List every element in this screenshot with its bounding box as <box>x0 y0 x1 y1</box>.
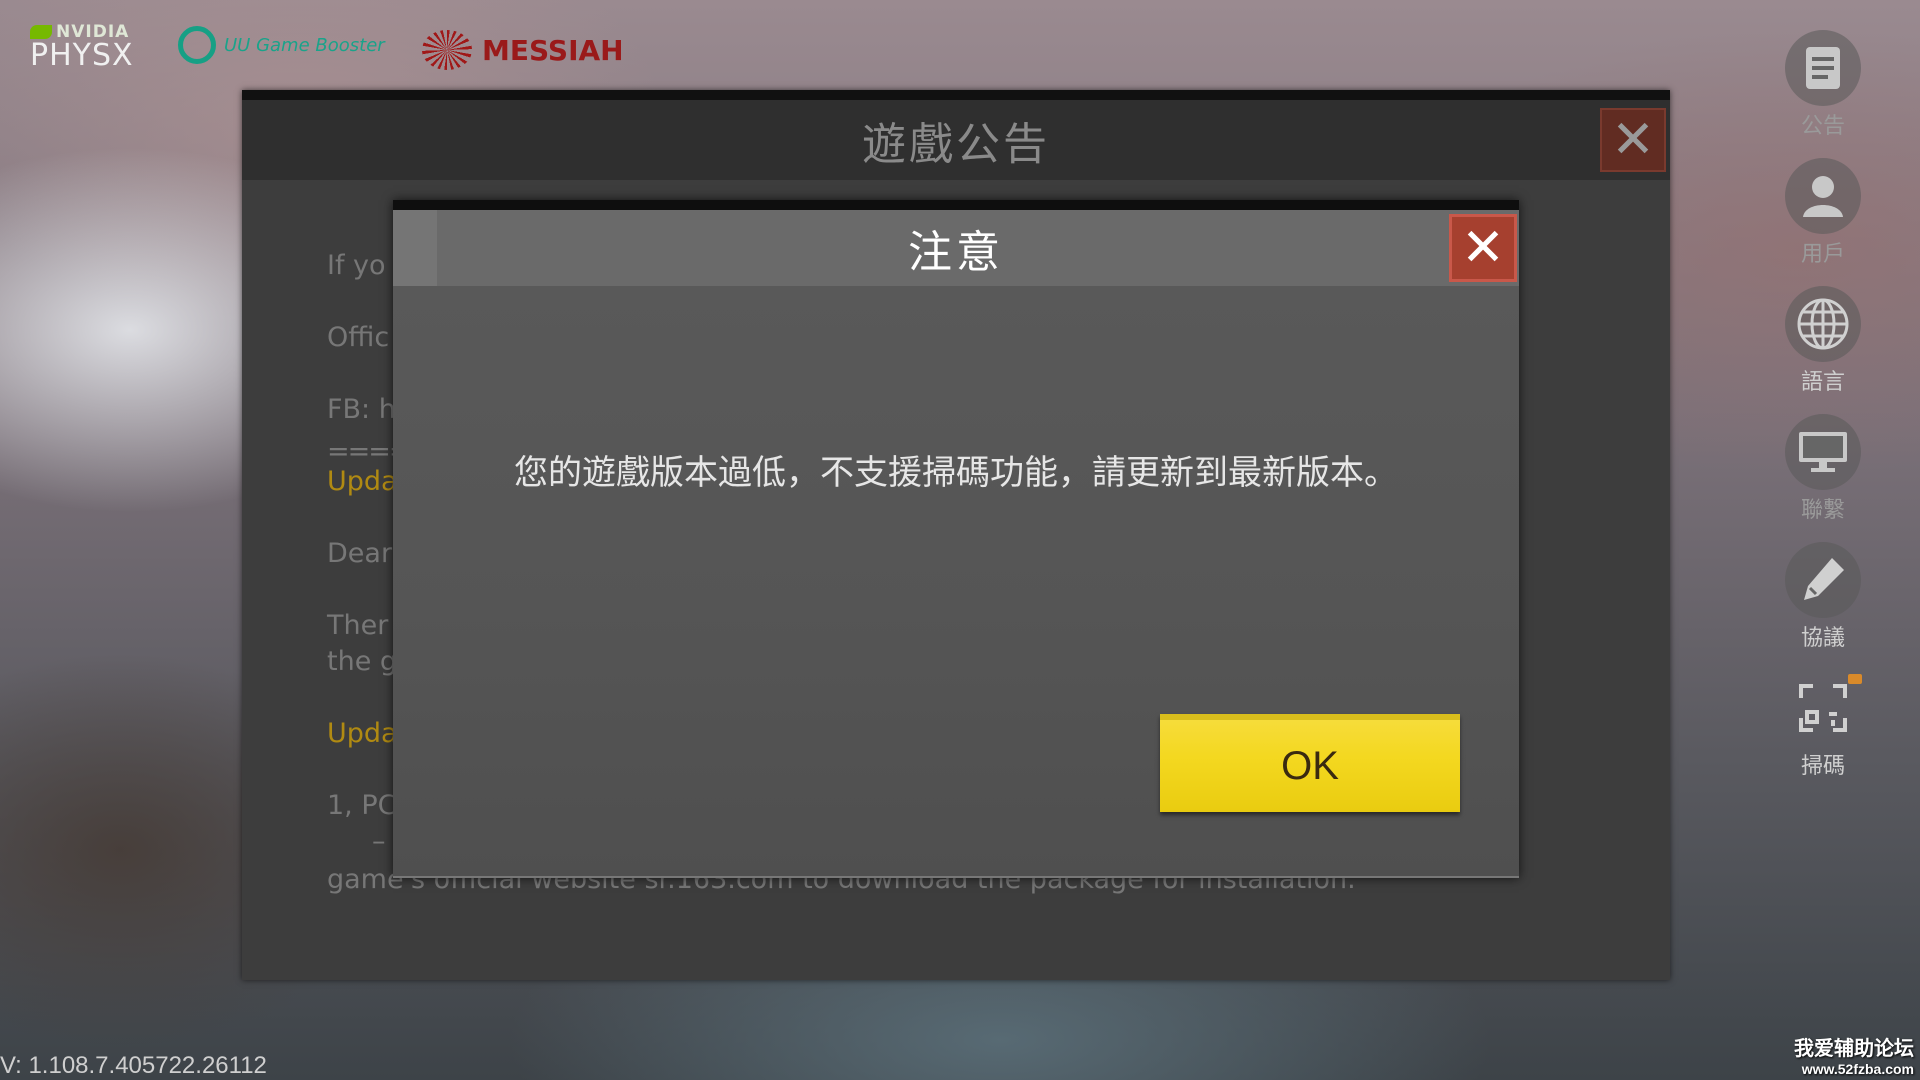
uu-label: UU Game Booster <box>224 34 385 56</box>
pen-icon <box>1785 542 1861 618</box>
sidebar-item-language[interactable]: 語言 <box>1778 286 1868 396</box>
messiah-label: MESSIAH <box>482 33 624 67</box>
sidebar-item-contact[interactable]: 聯繫 <box>1778 414 1868 524</box>
close-icon: ✕ <box>1461 218 1505 278</box>
physx-label: PHYSX <box>30 38 134 73</box>
dialog-message: 您的遊戲版本過低，不支援掃碼功能，請更新到最新版本。 <box>514 453 1398 493</box>
announcement-line: Dear <box>327 538 393 569</box>
ok-button[interactable]: OK <box>1160 714 1460 812</box>
announcement-line: Upda <box>327 718 398 749</box>
monitor-icon <box>1785 414 1861 490</box>
sidebar-item-label: 掃碼 <box>1800 754 1845 779</box>
notice-dialog: 注意 ✕ 您的遊戲版本過低，不支援掃碼功能，請更新到最新版本。 OK <box>393 200 1519 878</box>
announcement-line: 1, PC <box>327 790 397 821</box>
watermark: 我爱辅助论坛 www.52fzba.com <box>1794 1032 1914 1077</box>
close-icon: ✕ <box>1611 110 1655 170</box>
scan-badge-dot <box>1848 674 1862 684</box>
user-icon <box>1785 158 1861 234</box>
announcement-line: FB: h <box>327 394 396 425</box>
dialog-title: 注意 <box>908 227 1004 278</box>
notice-icon <box>1785 30 1861 106</box>
nvidia-physx-logo: NVIDIA PHYSX <box>30 22 134 73</box>
announcement-line: Upda <box>327 466 398 497</box>
announcement-line: If yo <box>327 250 386 281</box>
uu-booster-logo: UU Game Booster <box>178 26 385 64</box>
announcement-line: – <box>372 826 386 857</box>
globe-icon <box>1785 286 1861 362</box>
sidebar-item-scan[interactable]: 掃碼 <box>1778 670 1868 780</box>
sidebar-item-label: 公告 <box>1800 114 1845 139</box>
sidebar-item-user[interactable]: 用戶 <box>1778 158 1868 268</box>
announcement-line: Offic <box>327 322 390 353</box>
messiah-burst-icon <box>422 30 472 70</box>
announcement-close-button[interactable]: ✕ <box>1600 108 1666 172</box>
uu-ring-icon <box>178 26 216 64</box>
messiah-logo: MESSIAH <box>422 30 624 70</box>
dialog-header: 注意 <box>393 210 1519 286</box>
announcement-title: 遊戲公告 <box>862 119 1050 170</box>
dialog-close-button[interactable]: ✕ <box>1449 214 1517 282</box>
announcement-line: the g <box>327 646 398 677</box>
announcement-line: Ther <box>327 610 389 641</box>
watermark-title: 我爱辅助论坛 <box>1794 1036 1914 1060</box>
sidebar-item-notice[interactable]: 公告 <box>1778 30 1868 140</box>
sidebar-item-label: 聯繫 <box>1800 498 1845 523</box>
sidebar-item-label: 語言 <box>1800 370 1845 395</box>
sidebar-item-label: 協議 <box>1800 626 1845 651</box>
sidebar-item-agreement[interactable]: 協議 <box>1778 542 1868 652</box>
watermark-url: www.52fzba.com <box>1801 1061 1914 1077</box>
version-label: V: 1.108.7.405722.26112 <box>0 1052 267 1079</box>
announcement-header: 遊戲公告 <box>242 100 1670 180</box>
sidebar-item-label: 用戶 <box>1800 242 1845 267</box>
